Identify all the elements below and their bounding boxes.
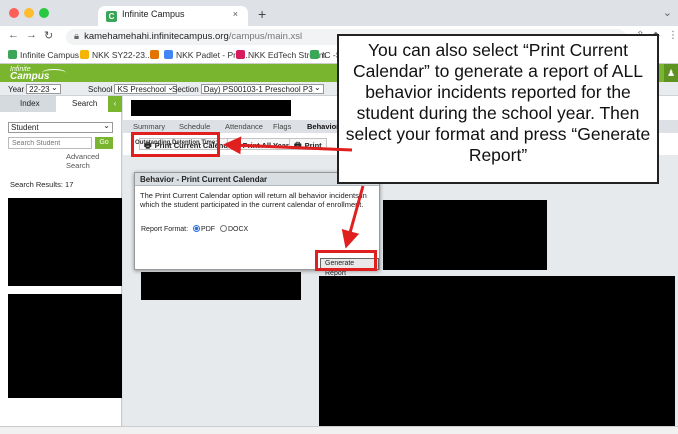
annotation-arrows: [223, 136, 365, 249]
bottom-scrollbar[interactable]: [0, 426, 678, 434]
arrow-to-generate-report: [341, 185, 365, 249]
arrow-to-print-current: [223, 136, 353, 155]
